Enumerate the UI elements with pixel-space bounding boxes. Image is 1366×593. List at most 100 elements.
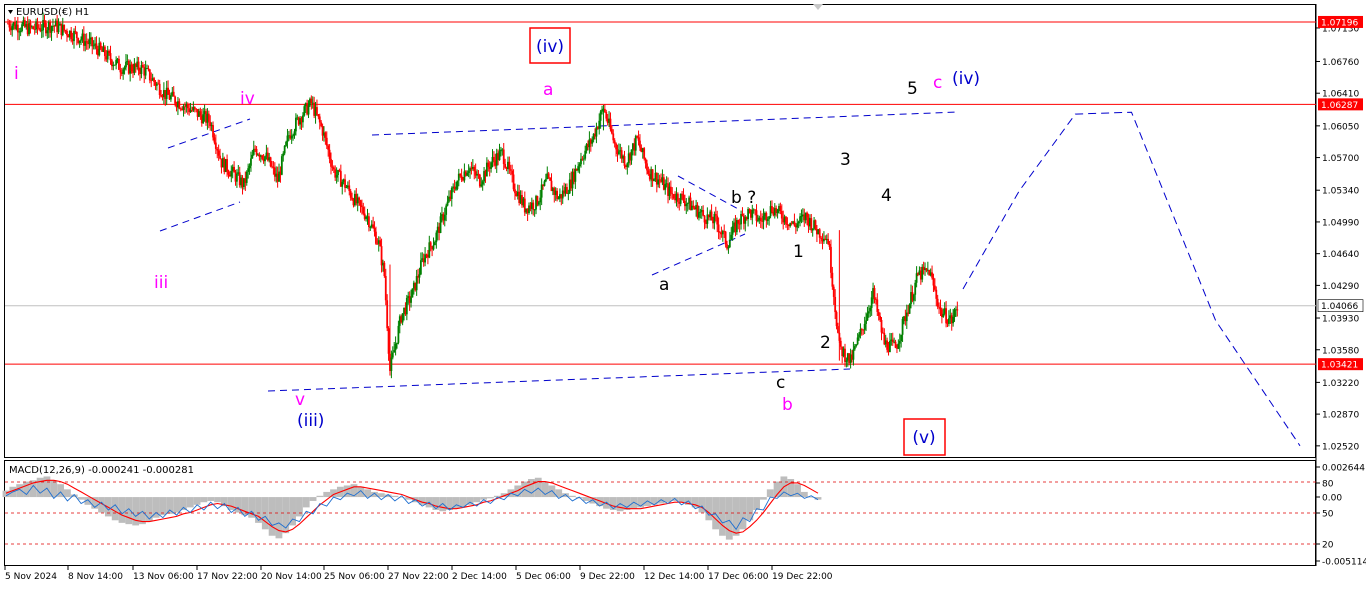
candle-body — [115, 60, 118, 65]
macd-histogram-bar — [568, 495, 576, 498]
candle-body — [832, 286, 835, 297]
wave-label-c-black: c — [776, 373, 785, 393]
candle-body — [623, 156, 626, 166]
candle-body — [512, 174, 515, 190]
candle-body — [125, 61, 127, 68]
candle-body — [578, 164, 581, 167]
candle-body — [771, 206, 773, 212]
candle-body — [856, 337, 859, 345]
macd-histogram-bar — [214, 497, 221, 503]
candle-body — [557, 198, 560, 200]
candle-body — [148, 69, 151, 81]
candle-body — [245, 171, 248, 183]
candle-body — [869, 307, 872, 312]
candle-body — [445, 205, 448, 215]
candle-body — [591, 139, 594, 144]
macd-histogram-bar — [678, 497, 685, 503]
candle-body — [780, 211, 783, 219]
candle-body — [511, 170, 514, 175]
macd-histogram-bar — [439, 497, 447, 512]
wave-label-3: 3 — [840, 150, 851, 170]
macd-histogram-bar — [2, 490, 10, 498]
candle-body — [394, 343, 397, 351]
macd-histogram-bar — [644, 497, 651, 507]
candle-body — [174, 96, 177, 104]
candle-body — [80, 39, 82, 41]
candle-body — [754, 209, 757, 211]
candle-body — [679, 193, 682, 204]
y-tick-label: 1.03930 — [1322, 315, 1359, 325]
x-tick-label: 9 Dec 22:00 — [580, 572, 635, 582]
candle-body — [730, 234, 733, 240]
candle-body — [876, 299, 879, 312]
candle-body — [636, 136, 639, 138]
candle-body — [226, 159, 228, 172]
wave-label-a-black: a — [659, 275, 669, 295]
candle-body — [935, 289, 938, 299]
candle-body — [574, 168, 577, 182]
candle-body — [859, 329, 862, 335]
boxed-label-iv: (iv) — [536, 37, 564, 57]
candle-body — [831, 272, 834, 287]
candle-body — [609, 118, 612, 130]
candle-body — [908, 304, 911, 314]
y-tick-label: 1.06050 — [1322, 122, 1359, 132]
candle-body — [160, 95, 162, 97]
candle-body — [779, 206, 782, 212]
candle-body — [658, 179, 661, 181]
macd-histogram-bar — [173, 497, 180, 513]
candle-body — [362, 207, 365, 214]
wave-label-c-magenta: c — [933, 73, 942, 93]
candle-body — [942, 313, 945, 318]
candle-body — [318, 116, 321, 123]
price-pane-frame — [4, 4, 1316, 458]
candle-body — [368, 216, 370, 228]
candle-body — [230, 171, 233, 177]
candle-body — [664, 184, 667, 190]
macd-histogram-bar — [43, 476, 51, 498]
candle-body — [717, 224, 720, 233]
candle-body — [251, 154, 254, 159]
candle-body — [344, 179, 346, 188]
candle-body — [796, 223, 799, 228]
candle-body — [255, 148, 258, 155]
macd-histogram-bar — [377, 493, 385, 498]
macd-histogram-bar — [657, 497, 665, 504]
candle-body — [490, 162, 492, 169]
price-chart[interactable]: i iii iv v (iii) (iv) a a b ? c b 1 2 3 … — [0, 0, 1366, 588]
candle-body — [325, 137, 328, 146]
macd-tick-label: 80 — [1322, 480, 1334, 490]
candle-body — [508, 161, 511, 170]
candle-body — [453, 186, 456, 189]
candle-body — [547, 173, 550, 178]
candle-body — [582, 158, 585, 160]
candle-body — [450, 187, 453, 199]
candle-body — [820, 237, 823, 239]
candle-body — [481, 181, 484, 185]
candle-body — [264, 156, 266, 162]
candle-body — [74, 31, 77, 33]
candle-body — [443, 214, 446, 221]
candle-body — [141, 65, 144, 68]
candle-body — [877, 311, 880, 316]
candle-body — [294, 117, 297, 132]
candle-body — [615, 143, 617, 150]
macd-histogram-bar — [145, 497, 153, 522]
candle-body — [316, 107, 318, 115]
macd-histogram-bar — [200, 497, 208, 503]
macd-histogram-bar — [193, 497, 201, 505]
candle-body — [64, 30, 67, 32]
candle-body — [43, 20, 46, 23]
candle-body — [435, 232, 438, 243]
candle-body — [207, 113, 210, 122]
x-tick-label: 20 Nov 14:00 — [261, 572, 322, 582]
candle-body — [835, 312, 838, 327]
candle-body — [303, 106, 306, 116]
y-tick-label: 1.06760 — [1322, 58, 1359, 68]
candle-body — [219, 155, 221, 159]
candle-body — [383, 262, 386, 277]
candle-body — [460, 175, 463, 180]
candle-body — [396, 342, 398, 344]
y-tick-label: 1.05340 — [1322, 187, 1359, 197]
candle-body — [686, 203, 689, 205]
